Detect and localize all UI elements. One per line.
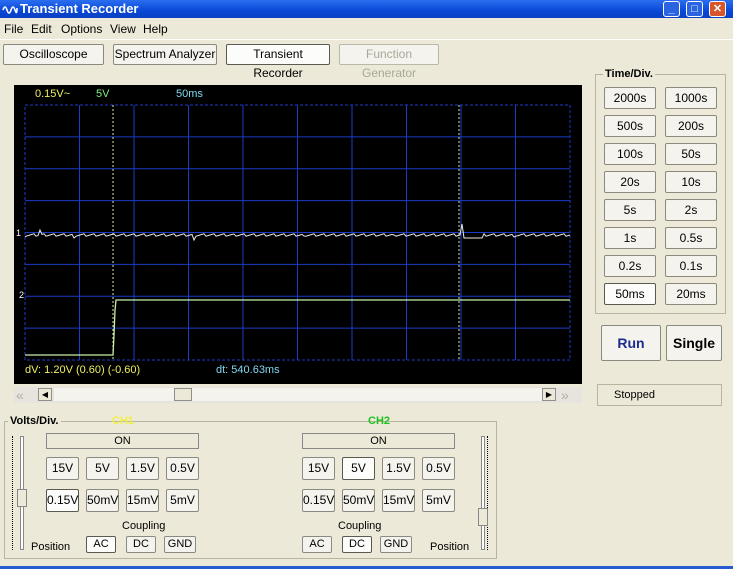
menu-edit[interactable]: Edit [31, 22, 52, 36]
time-div-label: Time/Div. [603, 68, 655, 80]
time-div-button[interactable]: 10s [665, 171, 717, 193]
minimize-button[interactable]: _ [663, 1, 680, 17]
ch2-volt-button[interactable]: 5V [342, 457, 375, 480]
scroll-track[interactable] [54, 388, 542, 401]
trace-marker-2: 2 [19, 290, 25, 300]
time-div-button[interactable]: 100s [604, 143, 656, 165]
ch1-volt-button[interactable]: 0.15V [46, 489, 79, 512]
ch1-coupling-label: Coupling [122, 520, 166, 532]
ch2-position-ticks [487, 436, 494, 550]
dt-readout: dt: 540.63ms [216, 364, 280, 376]
maximize-button[interactable]: □ [686, 1, 703, 17]
status-text: Stopped [614, 389, 655, 401]
ch1-coupling-gnd[interactable]: GND [164, 536, 196, 553]
menu-view[interactable]: View [110, 22, 136, 36]
time-div-button[interactable]: 500s [604, 115, 656, 137]
ch2-coupling-dc[interactable]: DC [342, 536, 372, 553]
ch1-volt-button[interactable]: 5V [86, 457, 119, 480]
window-title: Transient Recorder [20, 1, 139, 16]
ch1-on-toggle[interactable]: ON [46, 433, 199, 449]
time-div-button[interactable]: 2000s [604, 87, 656, 109]
time-div-button[interactable]: 20s [604, 171, 656, 193]
ch1-scale-readout: 0.15V~ [35, 88, 71, 100]
ch2-coupling-gnd[interactable]: GND [380, 536, 412, 553]
ch2-volt-button[interactable]: 1.5V [382, 457, 415, 480]
menu-divider [0, 39, 733, 40]
time-div-button[interactable]: 0.2s [604, 255, 656, 277]
dv-readout: dV: 1.20V (0.60) (-0.60) [25, 364, 141, 376]
time-div-button[interactable]: 5s [604, 199, 656, 221]
scroll-left-button[interactable]: ◀ [38, 388, 52, 401]
ch2-position-thumb[interactable] [478, 508, 488, 526]
trace-marker-1: 1 [16, 228, 22, 238]
close-button[interactable]: ✕ [709, 1, 726, 17]
time-div-button[interactable]: 50s [665, 143, 717, 165]
ch1-volt-button[interactable]: 1.5V [126, 457, 159, 480]
scroll-right-button[interactable]: ▶ [542, 388, 556, 401]
ch1-title: CH1 [112, 415, 135, 427]
ch1-volt-button[interactable]: 15V [46, 457, 79, 480]
scroll-first-icon[interactable]: « [16, 387, 24, 403]
time-div-button[interactable]: 1s [604, 227, 656, 249]
menu-help[interactable]: Help [143, 22, 168, 36]
ch2-volt-button[interactable]: 50mV [342, 489, 375, 512]
ch2-position-label: Position [430, 541, 470, 553]
ch2-coupling-ac[interactable]: AC [302, 536, 332, 553]
menu-bar: File Edit Options View Help [0, 19, 733, 39]
ch1-coupling-ac[interactable]: AC [86, 536, 116, 553]
ch2-volt-button[interactable]: 5mV [422, 489, 455, 512]
ch1-volt-button[interactable]: 15mV [126, 489, 159, 512]
time-div-button[interactable]: 20ms [665, 283, 717, 305]
run-button[interactable]: Run [601, 325, 661, 361]
app-waveform-icon [2, 6, 18, 14]
status-box: Stopped [597, 384, 722, 406]
volts-div-label: Volts/Div. [8, 415, 61, 427]
scroll-last-icon[interactable]: » [561, 387, 569, 403]
tab-transient-recorder[interactable]: Transient Recorder [226, 44, 330, 80]
scroll-thumb[interactable] [174, 388, 192, 401]
ch2-volt-button[interactable]: 15V [302, 457, 335, 480]
menu-file[interactable]: File [4, 22, 23, 36]
tab-spectrum-analyzer[interactable]: Spectrum Analyzer [113, 44, 217, 65]
ch2-title: CH2 [368, 415, 391, 427]
scope-grid [24, 104, 571, 361]
time-scale-readout: 50ms [176, 88, 203, 100]
ch2-volt-button[interactable]: 0.5V [422, 457, 455, 480]
ch1-volt-button[interactable]: 0.5V [166, 457, 199, 480]
time-div-button[interactable]: 50ms [604, 283, 656, 305]
title-bar: Transient Recorder _ □ ✕ [0, 0, 733, 18]
menu-options[interactable]: Options [61, 22, 102, 36]
ch2-on-toggle[interactable]: ON [302, 433, 455, 449]
tab-oscilloscope[interactable]: Oscilloscope [3, 44, 104, 65]
time-div-button[interactable]: 0.5s [665, 227, 717, 249]
ch1-position-label: Position [31, 541, 71, 553]
ch1-volt-button[interactable]: 50mV [86, 489, 119, 512]
time-div-button[interactable]: 1000s [665, 87, 717, 109]
time-scrollbar[interactable]: « ◀ ▶ » [14, 387, 582, 403]
ch1-position-thumb[interactable] [17, 489, 27, 507]
ch2-volt-button[interactable]: 0.15V [302, 489, 335, 512]
time-div-button[interactable]: 0.1s [665, 255, 717, 277]
ch1-coupling-dc[interactable]: DC [126, 536, 156, 553]
scope-display[interactable]: 0.15V~ 5V 50ms 1 2 dV: 1.20V (0.60) (-0.… [14, 85, 582, 384]
time-div-button[interactable]: 200s [665, 115, 717, 137]
ch1-volt-button[interactable]: 5mV [166, 489, 199, 512]
single-button[interactable]: Single [666, 325, 722, 361]
scope-canvas [24, 104, 571, 361]
time-div-group [595, 74, 726, 314]
ch2-scale-readout: 5V [96, 88, 110, 100]
tab-function-generator: Function Generator [339, 44, 439, 80]
ch2-volt-button[interactable]: 15mV [382, 489, 415, 512]
time-div-button[interactable]: 2s [665, 199, 717, 221]
ch2-coupling-label: Coupling [338, 520, 382, 532]
ch2-position-track[interactable] [481, 436, 485, 550]
